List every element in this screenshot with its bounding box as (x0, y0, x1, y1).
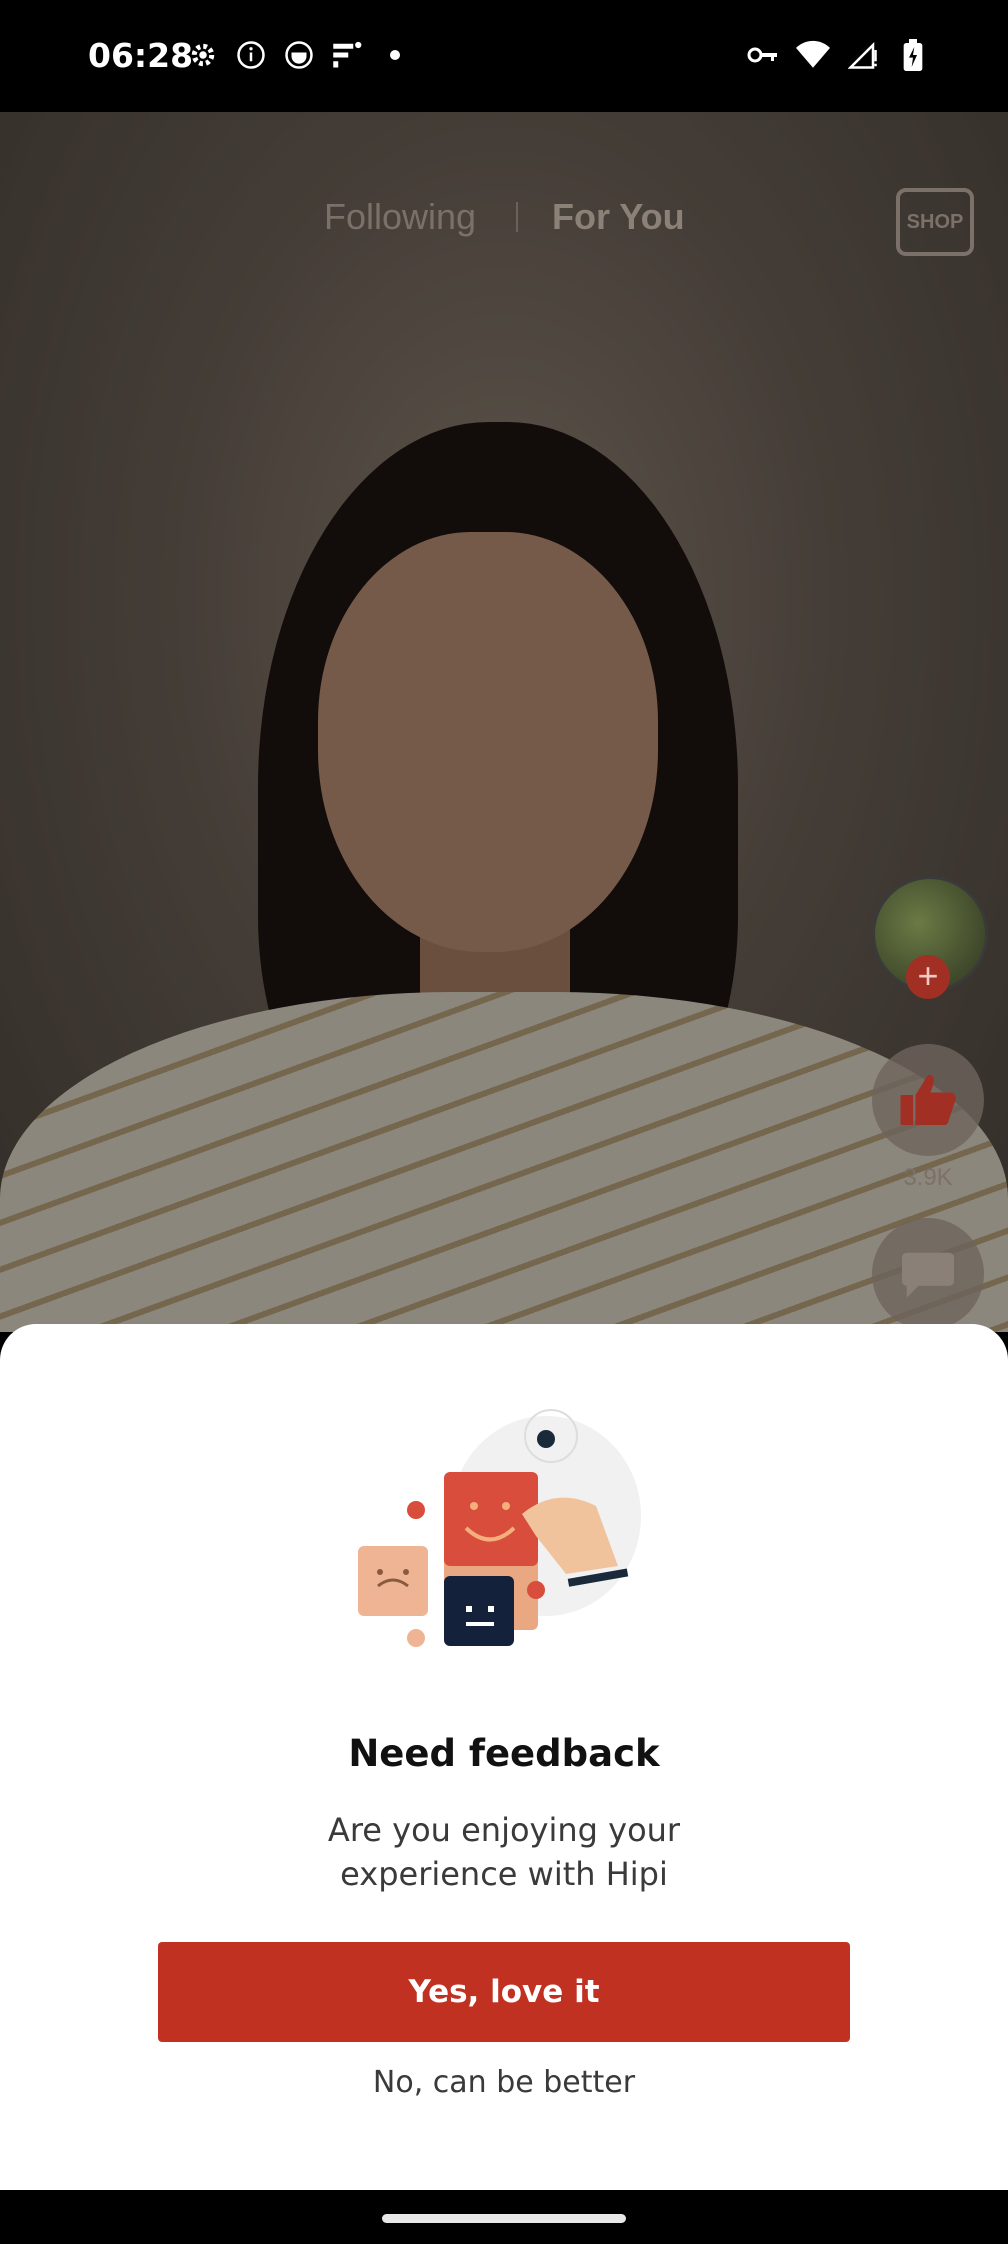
vpn-key-icon (746, 38, 780, 72)
tab-following[interactable]: Following (324, 196, 476, 238)
status-icons-right (746, 38, 930, 72)
feedback-illustration (358, 1409, 641, 1647)
feedback-title: Need feedback (348, 1732, 660, 1775)
feedback-message: Are you enjoying your experience with Hi… (327, 1811, 681, 1893)
comment-button[interactable] (872, 1218, 984, 1330)
like-button[interactable] (872, 1044, 984, 1156)
feedback-sheet: Need feedback Are you enjoying your expe… (0, 1324, 1008, 2190)
status-time: 06:28 (88, 36, 194, 75)
status-icons-left (186, 38, 412, 72)
no-can-be-better-button[interactable]: No, can be better (0, 2064, 1008, 2101)
tab-for-you[interactable]: For You (552, 196, 685, 238)
tab-divider (516, 202, 518, 232)
follow-plus-icon[interactable]: + (906, 955, 950, 999)
status-bar: 06:28 (0, 0, 1008, 112)
settings-icon (186, 38, 220, 72)
info-icon (234, 38, 268, 72)
video-player[interactable] (0, 112, 1008, 1332)
app-icon (282, 38, 316, 72)
thumbs-up-icon (900, 1075, 956, 1125)
cast-icon (330, 38, 364, 72)
shop-label: SHOP (906, 210, 964, 233)
video-dim-overlay (0, 112, 1008, 1332)
home-indicator[interactable] (382, 2214, 626, 2223)
battery-icon (896, 38, 930, 72)
comment-icon (902, 1252, 954, 1298)
yes-love-it-button[interactable]: Yes, love it (158, 1942, 850, 2042)
signal-icon (846, 38, 880, 72)
dot-icon (378, 38, 412, 72)
like-count: 3.9K (903, 1164, 953, 1191)
wifi-icon (796, 38, 830, 72)
shop-icon[interactable]: SHOP (896, 188, 974, 256)
